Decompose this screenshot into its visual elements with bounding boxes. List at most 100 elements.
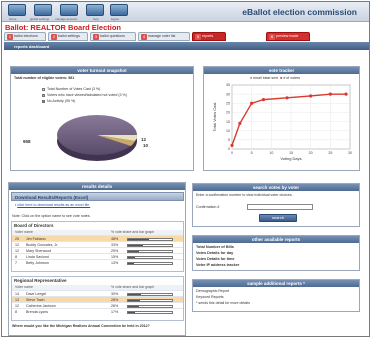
additional-reports-panel: sample additional reports * Demographic …: [192, 279, 360, 312]
x-tick-label: 0: [231, 151, 233, 155]
nav-help-label[interactable]: help: [93, 17, 99, 21]
nav-home-label[interactable]: home: [9, 17, 17, 21]
legend-marker: ■: [280, 76, 283, 80]
vote-bar-fill: [128, 262, 134, 264]
col-voter-name: Voter name: [15, 230, 33, 234]
pie-label-viewed: 10: [143, 143, 149, 148]
y-tick-label: 0: [228, 147, 230, 151]
tab-preview-mode[interactable]: 6 preview mode: [266, 32, 310, 41]
legend-label: Voters who have viewed/tabulated not vot…: [47, 93, 127, 97]
x-axis-label: Voting Days: [280, 156, 301, 161]
vote-percent: 17%: [111, 310, 119, 314]
legend-email-blast: email blast sent: [253, 76, 279, 80]
vote-bar-fill: [128, 238, 150, 240]
download-excel-link[interactable]: click here to download results as an exc…: [17, 203, 90, 207]
app-window: home global settings manage account help…: [1, 1, 370, 337]
data-point: [250, 101, 254, 105]
col-vote-share: % vote share and bar graph: [111, 285, 155, 289]
tracker-title: vote tracker: [204, 67, 359, 74]
home-icon[interactable]: [8, 4, 26, 16]
logout-icon[interactable]: [110, 4, 128, 16]
tab-ballot-elections[interactable]: 1 ballot elections: [4, 32, 46, 41]
tab-label: ballot settings: [58, 34, 80, 38]
y-tick-label: 5: [228, 138, 230, 142]
report-link[interactable]: Votes Details for day: [196, 251, 233, 255]
nav-account-label[interactable]: manage account: [55, 17, 77, 21]
additional-report-item: Demographic Report: [196, 289, 230, 293]
legend-marker: ■: [250, 76, 253, 80]
vote-count: 7: [15, 261, 17, 265]
turnout-pie-chart: [57, 115, 137, 161]
tab-number: 3: [93, 33, 99, 40]
vote-percent: 13%: [111, 261, 119, 265]
legend-label: Total Number of Votes Cast (3 %): [47, 87, 101, 91]
candidate-name[interactable]: Betty Johnson: [26, 260, 49, 266]
data-point: [285, 96, 289, 100]
table-row[interactable]: 7 Betty Johnson 13%: [12, 259, 183, 265]
turnout-title: voter turnout snapshot: [11, 67, 193, 74]
candidate-name[interactable]: Brenda Lyons: [26, 309, 48, 315]
subbar-label: reports dashboard: [14, 43, 50, 49]
vote-tracker-panel: vote tracker ■ email blast sent ■ # of v…: [203, 66, 360, 171]
tab-number: 1: [7, 33, 13, 40]
tab-manage-voter-list[interactable]: 4 manage voter list: [138, 32, 190, 41]
results-panel: results details Download Results/Reports…: [8, 182, 186, 336]
tab-ballot-questions[interactable]: 3 ballot questions: [90, 32, 136, 41]
reports-dashboard-bar: reports dashboard: [4, 42, 369, 50]
legend-votes-cast: Total Number of Votes Cast (3 %): [42, 87, 100, 91]
download-results-bar[interactable]: Download Results/Reports (Excel): [11, 192, 184, 201]
report-link[interactable]: Voter IP address tracker: [196, 263, 239, 267]
tab-number: 2: [51, 33, 57, 40]
search-description: Enter a confirmation number to view indi…: [196, 193, 293, 197]
x-tick-label: 25: [328, 151, 332, 155]
search-votes-panel: search votes by voter Enter a confirmati…: [192, 183, 360, 227]
question-text: Where would you like the Michigan Realto…: [12, 324, 150, 328]
legend-viewed: Voters who have viewed/tabulated not vot…: [42, 93, 127, 97]
tab-ballot-settings[interactable]: 2 ballot settings: [48, 32, 88, 41]
tab-label: ballot elections: [14, 34, 38, 38]
x-tick-label: 20: [309, 151, 313, 155]
col-vote-share: % vote share and bar graph: [111, 230, 155, 234]
nav-logout-label[interactable]: logout: [111, 17, 119, 21]
tab-reports[interactable]: 5 reports: [192, 32, 226, 41]
vote-count: 8: [15, 310, 17, 314]
search-button[interactable]: search: [259, 214, 297, 222]
download-results-link[interactable]: Download Results/Reports (Excel): [15, 195, 88, 200]
nav-settings-label[interactable]: global settings: [30, 17, 49, 21]
confirmation-input[interactable]: [247, 204, 313, 210]
y-tick-label: 25: [226, 101, 230, 105]
data-point: [230, 143, 234, 147]
eligible-voters-text: Total number of eligible voters: 981: [14, 76, 75, 80]
y-tick-label: 20: [226, 111, 230, 115]
y-tick-label: 30: [226, 92, 230, 96]
data-point: [309, 94, 313, 98]
vote-bar-fill: [128, 311, 136, 313]
legend-swatch: [42, 93, 45, 97]
report-link[interactable]: Votes Details for time: [196, 257, 235, 261]
vote-tracker-chart: 35 30 25 20 15 10 5 00 5 10 15 20 25 30 Total Votes Ca…: [212, 83, 352, 161]
vote-bar-fill: [128, 256, 135, 258]
race-regional-representative: Regional Representative Voter name % vot…: [11, 276, 184, 321]
col-voter-name: Voter name: [15, 285, 33, 289]
settings-icon[interactable]: [34, 4, 52, 16]
x-tick-label: 5: [251, 151, 253, 155]
help-icon[interactable]: [86, 4, 104, 16]
legend-swatch: [42, 87, 45, 91]
confirmation-label: Confirmation #: [196, 205, 220, 209]
tab-label: preview mode: [276, 34, 299, 38]
legend-num-voters: # of voters: [283, 76, 301, 80]
data-point: [328, 92, 332, 96]
tab-label: reports: [202, 34, 214, 38]
tab-label: manage voter list: [148, 34, 176, 38]
additional-reports-title: sample additional reports *: [193, 280, 359, 287]
legend-label: No Activity (95 %): [47, 99, 76, 103]
table-row[interactable]: 8 Brenda Lyons 17%: [12, 308, 183, 314]
tab-number: 4: [141, 33, 147, 40]
data-point: [238, 121, 242, 125]
account-icon[interactable]: [60, 4, 78, 16]
race-title: Regional Representative: [14, 278, 67, 283]
report-link[interactable]: Total Number of Bills: [196, 245, 234, 249]
other-reports-title: other available reports: [193, 236, 359, 243]
tab-bar: 1 ballot elections 2 ballot settings 3 ball…: [4, 32, 369, 42]
data-point: [261, 98, 266, 102]
